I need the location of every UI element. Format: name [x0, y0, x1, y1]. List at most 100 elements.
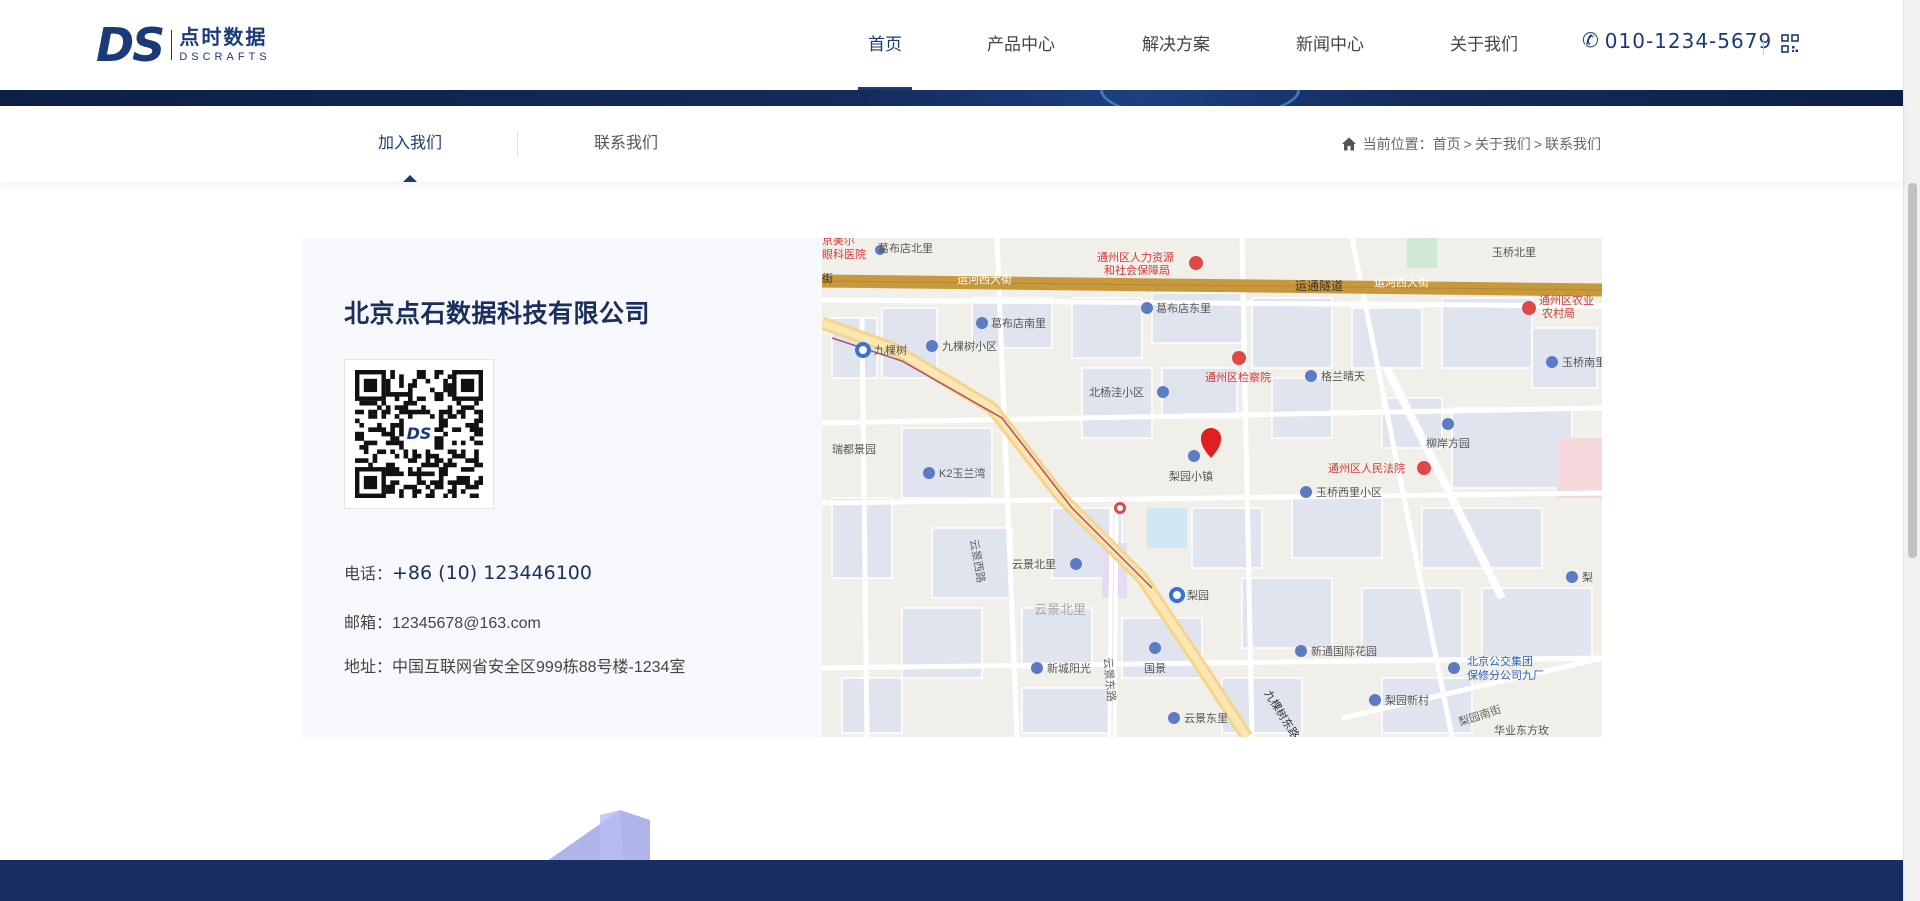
sub-nav: 加入我们 联系我们 当前位置： 首页 > 关于我们 > 联系我们: [0, 106, 1903, 182]
map-label: 眼科医院: [822, 247, 866, 261]
map-water: [1147, 508, 1187, 548]
nav-item-home[interactable]: 首页: [858, 0, 912, 90]
contact-phone: 电话：+86 (10) 123446100: [344, 560, 592, 584]
site-header: DS 点时数据 DSCRAFTS 首页 产品中心 解决方案 新闻中心 关于我们 …: [0, 0, 1903, 90]
contact-card: 北京点石数据科技有限公司 DS 电话：+86 (10) 123446100 邮箱…: [302, 238, 822, 737]
nav-item-label: 解决方案: [1142, 35, 1210, 54]
map-label: 玉桥北里: [1492, 246, 1536, 259]
logo-english-name: DSCRAFTS: [179, 51, 271, 63]
map-label: 运通隧道: [1295, 278, 1343, 293]
nav-item-news[interactable]: 新闻中心: [1294, 0, 1366, 90]
tab-divider: [517, 133, 518, 155]
map-label: 葛布店北里: [878, 241, 933, 255]
map-label: 玉桥西里小区: [1316, 486, 1382, 499]
map-label: 通州区人力资源: [1097, 250, 1174, 264]
map-label: 通州区人民法院: [1328, 461, 1405, 475]
nav-item-solutions[interactable]: 解决方案: [1140, 0, 1212, 90]
logo-divider: [171, 30, 173, 60]
map-label: 云景东里: [1184, 712, 1228, 725]
map-label: 京美尔: [822, 238, 855, 247]
page-banner-edge: [0, 90, 1903, 106]
map-label: 国景: [1144, 662, 1166, 675]
map-label: K2玉兰湾: [939, 466, 985, 480]
phone-icon: ✆: [1582, 30, 1599, 52]
map-label: 北京公交集团: [1467, 654, 1533, 668]
company-name: 北京点石数据科技有限公司: [344, 299, 651, 328]
email-label: 邮箱：: [344, 615, 393, 632]
map-label: 梨: [1582, 570, 1593, 584]
tab-contact-us[interactable]: 联系我们: [586, 106, 666, 182]
nav-item-label: 新闻中心: [1296, 35, 1364, 54]
map-label: 华业东方玫: [1494, 723, 1549, 737]
map-label: 玉桥南里: [1562, 356, 1602, 369]
scrollbar-thumb[interactable]: [1908, 183, 1917, 558]
breadcrumb-prefix: 当前位置：: [1362, 136, 1433, 152]
tab-label: 联系我们: [593, 135, 658, 152]
map-label: 通州区农业: [1539, 293, 1594, 307]
address-value: 中国互联网省安全区999栋88号楼-1234室: [392, 659, 686, 676]
map-label: 梨园: [1187, 588, 1209, 602]
phone-value: +86 (10) 123446100: [392, 562, 592, 584]
breadcrumb-about[interactable]: 关于我们: [1475, 134, 1531, 154]
nav-item-label: 首页: [868, 35, 902, 54]
home-icon: [1341, 137, 1356, 151]
breadcrumb-contact[interactable]: 联系我们: [1545, 134, 1601, 154]
wechat-qrcode: DS: [344, 359, 494, 509]
map-label: 和社会保障局: [1104, 263, 1170, 277]
map-label: 北杨洼小区: [1089, 385, 1144, 399]
email-value: 12345678@163.com: [392, 615, 541, 632]
breadcrumb: 当前位置： 首页 > 关于我们 > 联系我们: [1341, 106, 1601, 182]
qrcode-image: DS: [355, 370, 483, 498]
logo-text: 点时数据 DSCRAFTS: [179, 26, 270, 64]
map-label: 梨园新村: [1385, 693, 1429, 707]
phone-label: 电话：: [344, 566, 393, 583]
page-scrollbar[interactable]: [1903, 0, 1920, 901]
map-label: 街: [822, 271, 833, 285]
map-label: 云景北里: [1012, 558, 1056, 571]
address-label: 地址：: [344, 659, 393, 676]
nav-item-label: 关于我们: [1450, 35, 1518, 54]
map-label: 九棵树: [874, 343, 907, 357]
qrcode-icon[interactable]: [1781, 34, 1799, 54]
header-phone-number: 010-1234-5679: [1604, 28, 1773, 53]
site-logo[interactable]: DS 点时数据 DSCRAFTS: [96, 22, 271, 68]
map-label: 瑞都景园: [832, 442, 876, 456]
map-label: 新城阳光: [1047, 661, 1091, 675]
map-label: 葛布店东里: [1156, 301, 1211, 315]
nav-item-label: 产品中心: [987, 35, 1055, 54]
map-label: 通州区检察院: [1205, 370, 1271, 384]
map-label: 新通国际花园: [1311, 644, 1377, 658]
nav-item-about[interactable]: 关于我们: [1448, 0, 1520, 90]
map-label: 运河西大街: [1374, 275, 1429, 289]
tab-join-us[interactable]: 加入我们: [370, 106, 450, 182]
location-marker-icon: [1201, 428, 1221, 458]
logo-mark: DS: [96, 18, 165, 72]
map-label: 梨园小镇: [1169, 469, 1213, 483]
map-hospital-area: [1557, 438, 1602, 498]
map-label: 柳岸方园: [1426, 436, 1470, 450]
qrcode-center-logo: DS: [407, 424, 432, 443]
logo-chinese-name: 点时数据: [179, 25, 268, 49]
contact-email: 邮箱：12345678@163.com: [344, 609, 541, 633]
map-label: 农村局: [1542, 306, 1575, 320]
map-label: 云景北里: [1034, 602, 1086, 617]
contact-address: 地址：中国互联网省安全区999栋88号楼-1234室: [344, 653, 685, 677]
breadcrumb-separator: >: [1463, 136, 1472, 152]
header-phone[interactable]: ✆ 010-1234-5679: [1582, 28, 1772, 53]
breadcrumb-home[interactable]: 首页: [1433, 134, 1461, 154]
header-divider: [1763, 35, 1764, 55]
tab-label: 加入我们: [377, 135, 442, 152]
map-label: 九棵树小区: [942, 339, 997, 353]
map-label: 运河西大街: [957, 272, 1012, 286]
breadcrumb-separator: >: [1533, 136, 1542, 152]
banner-decoration: [1100, 90, 1300, 106]
map-label: 格兰晴天: [1321, 369, 1365, 383]
map-label: 保修分公司九厂: [1467, 668, 1544, 682]
nav-item-products[interactable]: 产品中心: [986, 0, 1056, 90]
location-map[interactable]: 运河西大街 运河西大街 运通隧道 街 九棵树东路 云景西路 云景东路 梨园南街 …: [822, 238, 1602, 737]
nav-active-underline: [858, 87, 912, 90]
map-label: 葛布店南里: [991, 316, 1046, 330]
active-tab-pointer-icon: [403, 175, 417, 182]
map-park: [1407, 238, 1437, 268]
footer-band: [0, 860, 1903, 901]
